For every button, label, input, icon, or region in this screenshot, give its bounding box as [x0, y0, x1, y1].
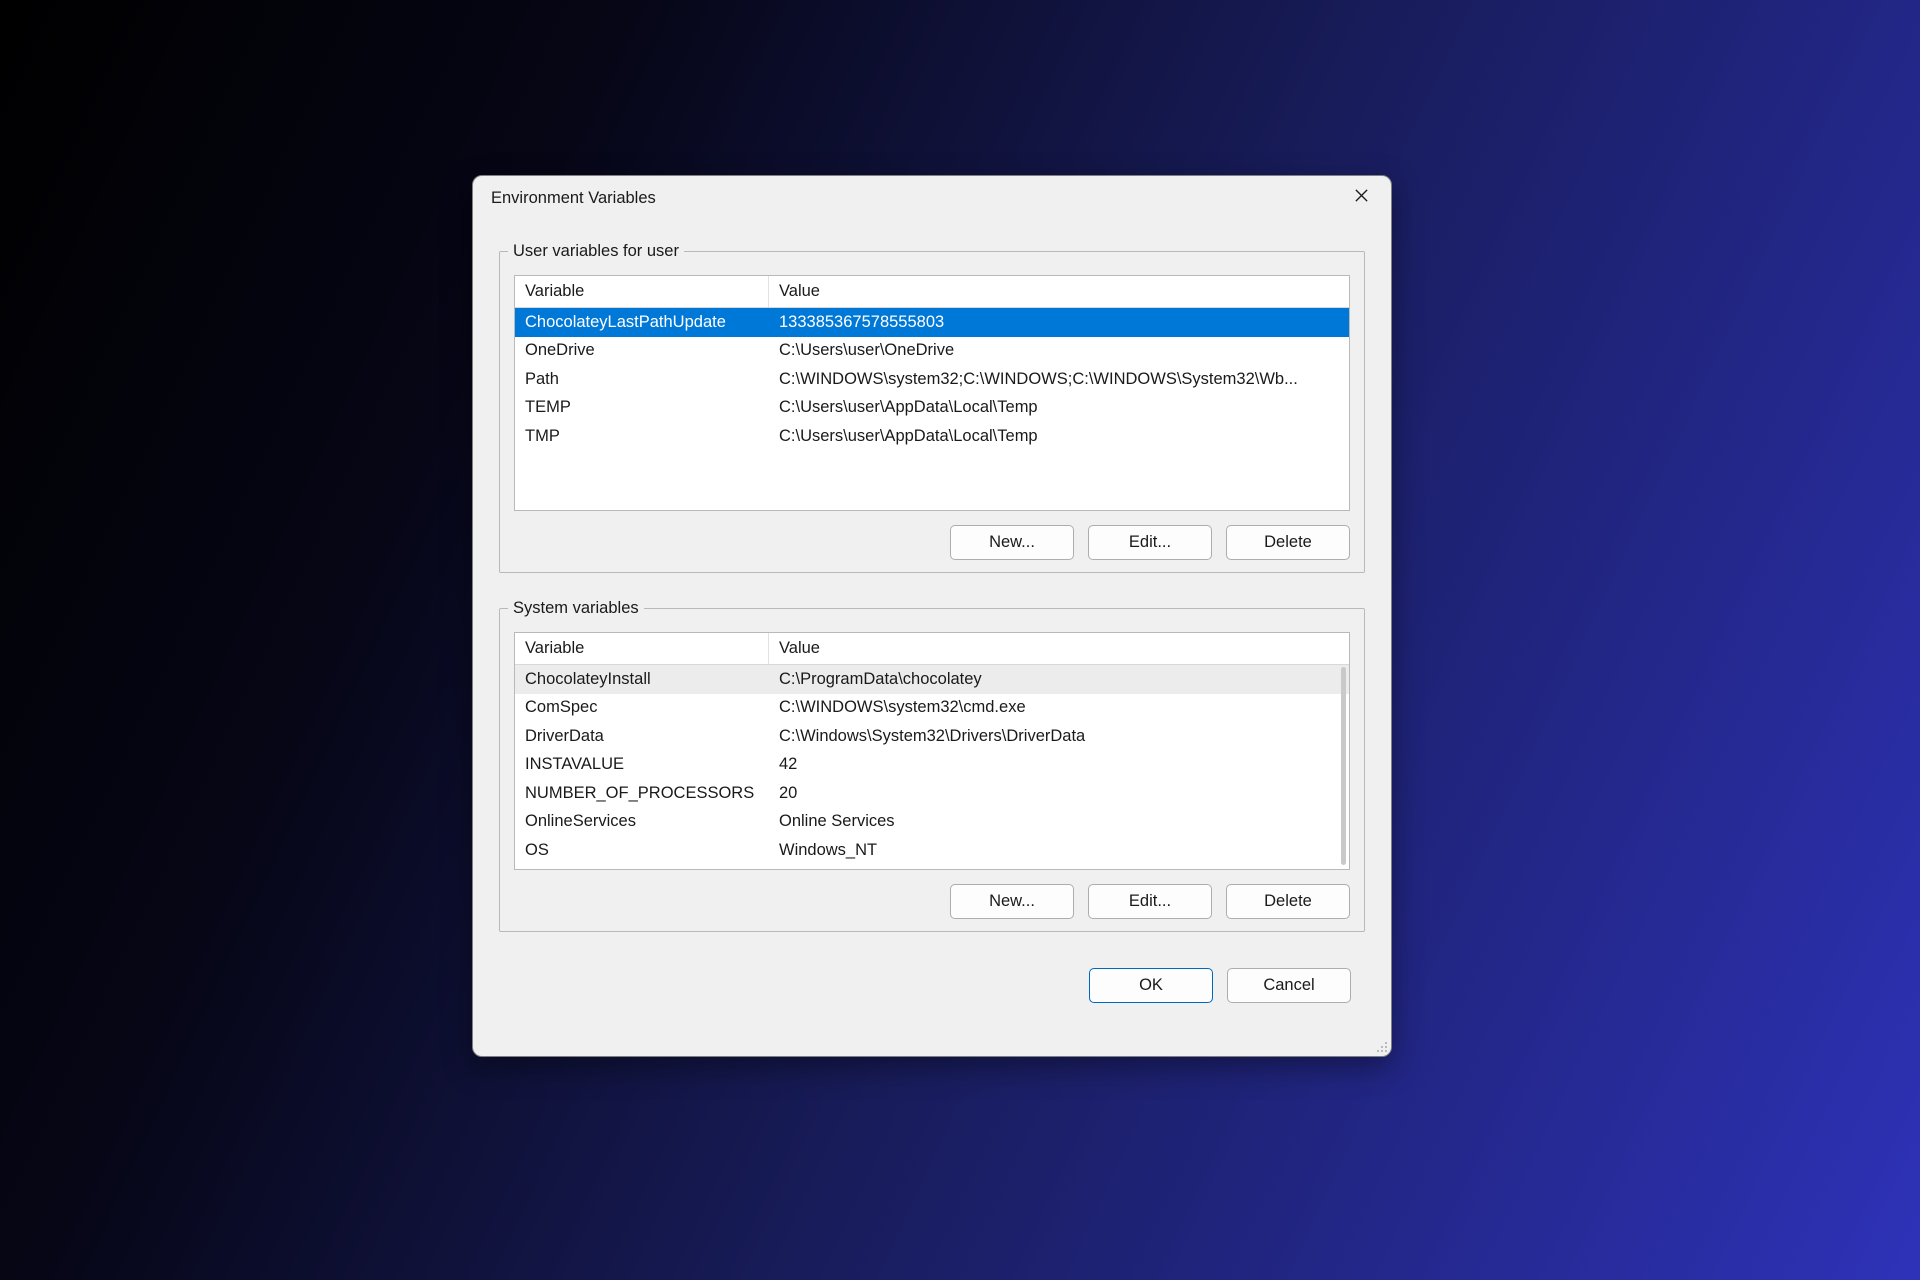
table-row[interactable]: PathC:\WINDOWS\system32;C:\WINDOWS;C:\WI…: [515, 365, 1349, 394]
cell-variable: OneDrive: [515, 337, 769, 366]
cell-value: C:\WINDOWS\system32\cmd.exe: [769, 694, 1349, 723]
resize-grip-icon[interactable]: [1373, 1038, 1389, 1054]
user-buttons-row: New... Edit... Delete: [514, 525, 1350, 560]
column-header-value[interactable]: Value: [769, 633, 1349, 664]
cell-variable: ChocolateyLastPathUpdate: [515, 308, 769, 337]
user-variables-group: User variables for user Variable Value C…: [499, 242, 1365, 573]
dialog-title: Environment Variables: [491, 189, 656, 208]
cell-value: C:\Users\user\AppData\Local\Temp: [769, 394, 1349, 423]
table-row[interactable]: TEMPC:\Users\user\AppData\Local\Temp: [515, 394, 1349, 423]
close-icon: [1354, 188, 1369, 208]
system-new-button[interactable]: New...: [950, 884, 1074, 919]
cell-value: 20: [769, 779, 1349, 808]
system-variables-legend: System variables: [508, 599, 644, 618]
user-edit-button[interactable]: Edit...: [1088, 525, 1212, 560]
environment-variables-dialog: Environment Variables User variables for…: [472, 175, 1392, 1057]
table-row[interactable]: DriverDataC:\Windows\System32\Drivers\Dr…: [515, 722, 1349, 751]
cell-value: 42: [769, 751, 1349, 780]
table-row[interactable]: ChocolateyLastPathUpdate1333853675785558…: [515, 308, 1349, 337]
dialog-footer: OK Cancel: [499, 968, 1365, 1003]
table-row[interactable]: TMPC:\Users\user\AppData\Local\Temp: [515, 422, 1349, 451]
system-delete-button[interactable]: Delete: [1226, 884, 1350, 919]
system-buttons-row: New... Edit... Delete: [514, 884, 1350, 919]
cell-variable: DriverData: [515, 722, 769, 751]
system-table-header: Variable Value: [515, 633, 1349, 665]
table-row[interactable]: OneDriveC:\Users\user\OneDrive: [515, 337, 1349, 366]
titlebar: Environment Variables: [473, 176, 1391, 220]
ok-button[interactable]: OK: [1089, 968, 1213, 1003]
cell-value: C:\Users\user\AppData\Local\Temp: [769, 422, 1349, 451]
system-variables-group: System variables Variable Value Chocolat…: [499, 599, 1365, 932]
cancel-button[interactable]: Cancel: [1227, 968, 1351, 1003]
cell-variable: INSTAVALUE: [515, 751, 769, 780]
cell-variable: OS: [515, 836, 769, 865]
cell-value: C:\WINDOWS\system32;C:\WINDOWS;C:\WINDOW…: [769, 365, 1349, 394]
column-header-value[interactable]: Value: [769, 276, 1349, 307]
column-header-variable[interactable]: Variable: [515, 276, 769, 307]
cell-variable: ComSpec: [515, 694, 769, 723]
scrollbar[interactable]: [1341, 667, 1346, 865]
cell-value: C:\Windows\System32\Drivers\DriverData: [769, 722, 1349, 751]
user-table-header: Variable Value: [515, 276, 1349, 308]
user-variables-table[interactable]: Variable Value ChocolateyLastPathUpdate1…: [514, 275, 1350, 511]
cell-variable: Path: [515, 365, 769, 394]
user-delete-button[interactable]: Delete: [1226, 525, 1350, 560]
user-new-button[interactable]: New...: [950, 525, 1074, 560]
table-row[interactable]: NUMBER_OF_PROCESSORS20: [515, 779, 1349, 808]
cell-value: Online Services: [769, 808, 1349, 837]
cell-variable: ChocolateyInstall: [515, 665, 769, 694]
system-variables-table[interactable]: Variable Value ChocolateyInstallC:\Progr…: [514, 632, 1350, 870]
cell-value: 133385367578555803: [769, 308, 1349, 337]
system-edit-button[interactable]: Edit...: [1088, 884, 1212, 919]
table-row[interactable]: ChocolateyInstallC:\ProgramData\chocolat…: [515, 665, 1349, 694]
column-header-variable[interactable]: Variable: [515, 633, 769, 664]
table-row[interactable]: ComSpecC:\WINDOWS\system32\cmd.exe: [515, 694, 1349, 723]
cell-variable: TMP: [515, 422, 769, 451]
cell-variable: TEMP: [515, 394, 769, 423]
table-row[interactable]: OSWindows_NT: [515, 836, 1349, 865]
cell-value: Windows_NT: [769, 836, 1349, 865]
cell-value: C:\ProgramData\chocolatey: [769, 665, 1349, 694]
cell-variable: NUMBER_OF_PROCESSORS: [515, 779, 769, 808]
user-variables-legend: User variables for user: [508, 242, 684, 261]
table-row[interactable]: OnlineServicesOnline Services: [515, 808, 1349, 837]
close-button[interactable]: [1345, 182, 1377, 214]
cell-variable: OnlineServices: [515, 808, 769, 837]
cell-value: C:\Users\user\OneDrive: [769, 337, 1349, 366]
table-row[interactable]: INSTAVALUE42: [515, 751, 1349, 780]
